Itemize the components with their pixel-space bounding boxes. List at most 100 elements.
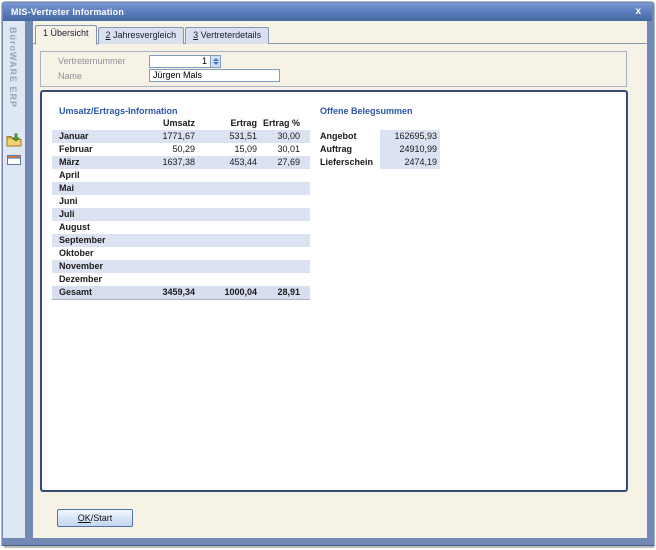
cell-ertrag-pct — [257, 273, 300, 286]
cell-month: November — [59, 260, 103, 273]
cell-month: Mai — [59, 182, 74, 195]
vertreter-groupbox: Vertreternummer 1 Name Jürgen Mals — [40, 51, 627, 87]
tab-label: 1 Übersicht — [43, 28, 89, 38]
cell-umsatz — [112, 234, 195, 247]
window-icon[interactable] — [6, 152, 22, 168]
umsatz-table-header: Umsatz Ertrag Ertrag % — [52, 117, 310, 130]
close-icon[interactable]: x — [632, 5, 644, 19]
cell-month: Gesamt — [59, 286, 92, 299]
cell-umsatz — [112, 221, 195, 234]
cell-umsatz: 3459,34 — [112, 286, 195, 299]
name-label: Name — [58, 71, 82, 81]
cell-month: Juni — [59, 195, 78, 208]
umsatz-section-title: Umsatz/Ertrags-Information — [59, 106, 178, 116]
cell-ertrag — [195, 169, 257, 182]
dialog-content: 1 Übersicht 2 Jahresvergleich3 Vertreterd… — [33, 21, 647, 538]
brand-sidebar: BüroWARE ERP — [3, 21, 25, 538]
cell-month: Oktober — [59, 247, 94, 260]
cell-umsatz — [112, 169, 195, 182]
window-title: MIS-Vertreter Information — [3, 7, 124, 17]
column-header-ertrag: Ertrag — [195, 117, 257, 130]
table-row: Juni — [52, 195, 310, 208]
cell-ertrag-pct — [257, 260, 300, 273]
belege-value: 24910,99 — [380, 143, 440, 156]
cell-month: Februar — [59, 143, 93, 156]
belege-values: 162695,9324910,992474,19 — [380, 130, 440, 169]
column-header-ertrag-pct: Ertrag % — [257, 117, 300, 130]
table-row: Dezember — [52, 273, 310, 286]
tab-label: Vertreterdetails — [198, 30, 261, 40]
cell-ertrag-pct — [257, 169, 300, 182]
cell-umsatz — [112, 247, 195, 260]
belege-label: Angebot — [320, 130, 380, 143]
tab-label: Jahresvergleich — [111, 30, 177, 40]
belege-value: 2474,19 — [380, 156, 440, 169]
cell-ertrag-pct: 27,69 — [257, 156, 300, 169]
cell-ertrag-pct — [257, 247, 300, 260]
table-row: Februar50,2915,0930,01 — [52, 143, 310, 156]
table-row: November — [52, 260, 310, 273]
title-bar: MIS-Vertreter Information x — [3, 3, 652, 21]
table-row: Juli — [52, 208, 310, 221]
name-input[interactable]: Jürgen Mals — [149, 69, 280, 82]
cell-ertrag: 531,51 — [195, 130, 257, 143]
belege-labels: AngebotAuftragLieferschein — [320, 130, 380, 169]
cell-umsatz: 1637,38 — [112, 156, 195, 169]
cell-ertrag-pct — [257, 195, 300, 208]
table-row: September — [52, 234, 310, 247]
tab-bar: 1 Übersicht 2 Jahresvergleich3 Vertreterd… — [35, 25, 270, 44]
vertreternummer-label: Vertreternummer — [58, 56, 126, 66]
table-row: März 1637,38453,4427,69 — [52, 156, 310, 169]
cell-ertrag — [195, 182, 257, 195]
brand-text: BüroWARE ERP — [8, 27, 18, 108]
table-row: Januar1771,67531,5130,00 — [52, 130, 310, 143]
cell-umsatz — [112, 260, 195, 273]
cell-ertrag-pct — [257, 208, 300, 221]
tab-2[interactable]: 2 Jahresvergleich — [98, 27, 185, 44]
cell-month: September — [59, 234, 106, 247]
cell-ertrag: 453,44 — [195, 156, 257, 169]
belege-label: Auftrag — [320, 143, 380, 156]
cell-umsatz — [112, 195, 195, 208]
cell-ertrag-pct — [257, 234, 300, 247]
table-row: Oktober — [52, 247, 310, 260]
cell-ertrag-pct — [257, 221, 300, 234]
cell-ertrag-pct — [257, 182, 300, 195]
cell-umsatz — [112, 273, 195, 286]
cell-ertrag — [195, 273, 257, 286]
tab-strip: 1 Übersicht 2 Jahresvergleich3 Vertreterd… — [33, 27, 647, 44]
tab-1[interactable]: 1 Übersicht — [35, 25, 97, 45]
window-shadow — [4, 546, 654, 548]
cell-ertrag — [195, 208, 257, 221]
belege-value: 162695,93 — [380, 130, 440, 143]
cell-ertrag-pct: 30,01 — [257, 143, 300, 156]
table-row: Mai — [52, 182, 310, 195]
belege-label: Lieferschein — [320, 156, 380, 169]
spinner-button[interactable] — [210, 55, 221, 68]
vertreternummer-input[interactable]: 1 — [149, 55, 211, 68]
cell-ertrag — [195, 260, 257, 273]
umsatz-rows: Januar1771,67531,5130,00Februar50,2915,0… — [52, 130, 310, 300]
window-frame: MIS-Vertreter Information x BüroWARE ERP… — [2, 2, 654, 545]
table-row: Gesamt 3459,341000,0428,91 — [52, 286, 310, 300]
cell-ertrag — [195, 234, 257, 247]
open-folder-icon[interactable] — [6, 133, 22, 149]
cell-ertrag-pct: 28,91 — [257, 286, 300, 299]
cell-ertrag — [195, 247, 257, 260]
cell-month: April — [59, 169, 80, 182]
cell-ertrag — [195, 221, 257, 234]
cell-month: März — [59, 156, 80, 169]
cell-month: August — [59, 221, 90, 234]
cell-umsatz: 50,29 — [112, 143, 195, 156]
table-row: August — [52, 221, 310, 234]
cell-umsatz — [112, 208, 195, 221]
table-row: April — [52, 169, 310, 182]
cell-month: Januar — [59, 130, 89, 143]
cell-ertrag: 1000,04 — [195, 286, 257, 299]
ok-accel: OK — [78, 513, 91, 523]
cell-month: Dezember — [59, 273, 102, 286]
tab-3[interactable]: 3 Vertreterdetails — [185, 27, 269, 44]
cell-ertrag — [195, 195, 257, 208]
ok-start-button[interactable]: OK/Start — [57, 509, 133, 527]
main-panel: Umsatz/Ertrags-Information Offene Belegs… — [40, 90, 628, 492]
